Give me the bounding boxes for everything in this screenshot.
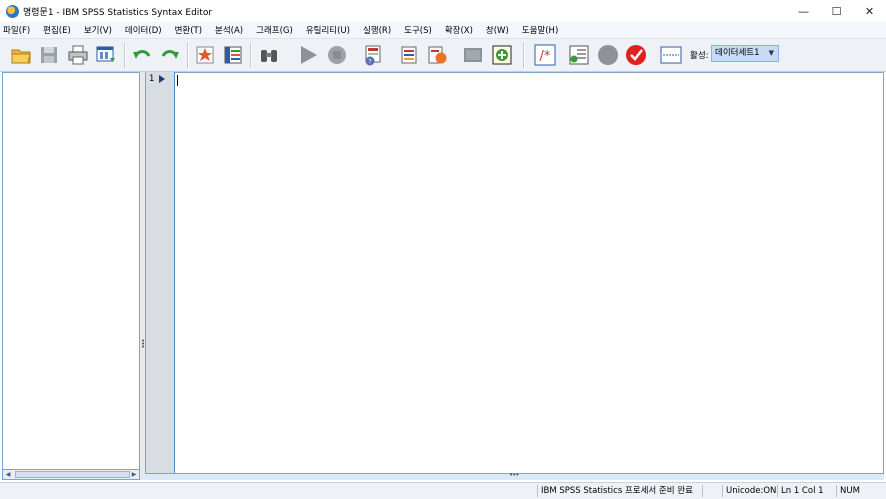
close-button[interactable]: ✕	[853, 0, 886, 22]
redo-icon[interactable]	[159, 44, 181, 66]
syntax-editor[interactable]	[175, 72, 884, 473]
open-folder-icon[interactable]	[10, 44, 32, 66]
minimize-button[interactable]: —	[787, 0, 820, 22]
menu-transform[interactable]: 변환(T)	[175, 24, 202, 36]
menu-bar: 파일(F) 편집(E) 보기(V) 데이터(D) 변환(T) 분석(A) 그래프…	[0, 22, 886, 39]
active-dataset-value: 데이터세트1	[715, 48, 760, 58]
goto-case-icon[interactable]	[194, 44, 216, 66]
maximize-button[interactable]: ☐	[820, 0, 853, 22]
line-number-gutter: 1	[145, 72, 175, 473]
format-icon[interactable]	[568, 44, 590, 66]
window-controls: — ☐ ✕	[787, 0, 886, 22]
text-cursor	[177, 75, 178, 86]
find-icon[interactable]	[258, 44, 280, 66]
cursor-position: Ln 1 Col 1	[777, 485, 824, 497]
comment-icon[interactable]: /*	[534, 44, 556, 66]
menu-file[interactable]: 파일(F)	[3, 24, 30, 36]
menu-utilities[interactable]: 유틸리티(U)	[306, 24, 350, 36]
print-icon[interactable]	[67, 44, 89, 66]
status-bar: IBM SPSS Statistics 프로세서 준비 완료 Unicode:O…	[0, 482, 886, 499]
scroll-thumb[interactable]	[15, 471, 130, 478]
unicode-status: Unicode:ON	[722, 485, 776, 497]
navigation-pane[interactable]	[2, 72, 140, 480]
syntax-help-icon[interactable]: ?	[362, 44, 384, 66]
numlock-status: NUM	[836, 485, 860, 497]
toggle-bookmark-icon[interactable]	[426, 44, 448, 66]
window-title: 명령문1 - IBM SPSS Statistics Syntax Editor	[23, 7, 213, 18]
output-splitter[interactable]: •••	[145, 471, 884, 480]
menu-analyze[interactable]: 분석(A)	[215, 24, 243, 36]
svg-text:/*: /*	[540, 49, 551, 64]
run-icon[interactable]	[297, 44, 319, 66]
spss-app-icon	[6, 4, 19, 18]
navigation-horizontal-scrollbar[interactable]: ◀ ▶	[2, 469, 140, 480]
active-dataset-label: 활성:	[690, 51, 709, 61]
undo-icon[interactable]	[131, 44, 153, 66]
current-line-arrow-icon	[159, 75, 165, 83]
validate-icon[interactable]	[625, 44, 647, 66]
block-comment-icon[interactable]	[462, 44, 484, 66]
title-bar: 명령문1 - IBM SPSS Statistics Syntax Editor…	[0, 0, 886, 22]
menu-run[interactable]: 실행(R)	[363, 24, 391, 36]
save-icon[interactable]	[38, 44, 60, 66]
menu-tools[interactable]: 도구(S)	[404, 24, 432, 36]
variables-icon[interactable]	[222, 44, 244, 66]
processor-status: IBM SPSS Statistics 프로세서 준비 완료	[537, 485, 693, 497]
toolbar: ? /* 활성: 데이터세트1 ▼	[0, 39, 886, 72]
menu-graphs[interactable]: 그래프(G)	[256, 24, 293, 36]
bookmark-icon[interactable]	[398, 44, 420, 66]
scroll-right-icon[interactable]: ▶	[129, 470, 139, 479]
menu-window[interactable]: 창(W)	[486, 24, 509, 36]
status-blank	[702, 485, 720, 497]
chevron-down-icon: ▼	[768, 49, 774, 57]
menu-extensions[interactable]: 확장(X)	[445, 24, 473, 36]
menu-help[interactable]: 도움말(H)	[522, 24, 558, 36]
scroll-left-icon[interactable]: ◀	[3, 470, 13, 479]
recall-dialog-icon[interactable]	[95, 44, 117, 66]
menu-data[interactable]: 데이터(D)	[125, 24, 162, 36]
line-number: 1	[149, 74, 155, 84]
menu-view[interactable]: 보기(V)	[84, 24, 112, 36]
add-icon[interactable]	[491, 44, 513, 66]
breakpoint-icon[interactable]	[597, 44, 619, 66]
stop-icon[interactable]	[326, 44, 348, 66]
line-icon[interactable]	[660, 44, 682, 66]
splitter-grip-icon[interactable]: •••	[509, 471, 519, 479]
menu-edit[interactable]: 편집(E)	[43, 24, 71, 36]
svg-text:?: ?	[368, 59, 371, 66]
active-dataset-dropdown[interactable]: 데이터세트1 ▼	[711, 45, 779, 62]
